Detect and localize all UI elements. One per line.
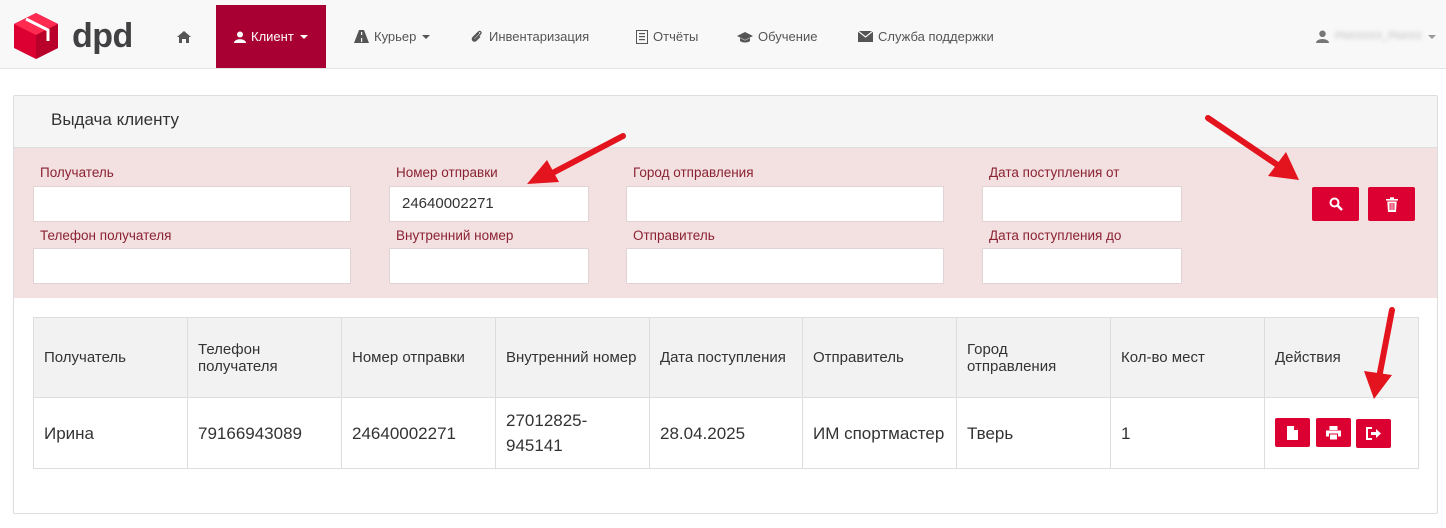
sender-input[interactable] <box>626 248 944 284</box>
recipient-phone-label: Телефон получателя <box>40 228 172 243</box>
document-list-icon <box>636 29 648 44</box>
file-icon <box>1287 425 1298 440</box>
dpd-logo[interactable]: dpd <box>12 10 142 62</box>
trash-icon <box>1385 196 1398 212</box>
cell-internal-number: 27012825-945141 <box>495 397 650 469</box>
cell-actions <box>1264 397 1419 469</box>
nav-courier-label: Курьер <box>374 29 417 44</box>
home-icon <box>177 30 191 43</box>
nav-training-label: Обучение <box>758 29 818 44</box>
user-menu[interactable]: PNXXXXX_PNXXX <box>1316 5 1436 68</box>
nav-inventory[interactable]: Инвентаризация <box>466 5 593 68</box>
graduation-cap-icon <box>737 31 753 42</box>
shipments-table: Получатель Телефон получателя Номер отпр… <box>33 317 1419 469</box>
nav-client-label: Клиент <box>251 29 294 44</box>
nav-reports[interactable]: Отчёты <box>632 5 702 68</box>
origin-city-input[interactable] <box>626 186 944 222</box>
cell-arrival-date: 28.04.2025 <box>649 397 803 469</box>
origin-city-label: Город отправления <box>633 165 754 180</box>
top-navbar: dpd Клиент Курьер Инвентаризация Отчёты … <box>0 0 1446 69</box>
paperclip-icon <box>471 30 482 42</box>
nav-home[interactable] <box>172 5 201 68</box>
date-to-input[interactable] <box>982 248 1182 284</box>
dpd-cube-icon <box>14 13 58 59</box>
column-header: Номер отправки <box>341 317 496 398</box>
date-from-label: Дата поступления от <box>989 165 1120 180</box>
recipient-input[interactable] <box>33 186 351 222</box>
print-icon <box>1325 425 1341 440</box>
column-header: Получатель <box>33 317 188 398</box>
cell-recipient-phone: 79166943089 <box>187 397 342 469</box>
nav-training[interactable]: Обучение <box>733 5 821 68</box>
road-icon <box>354 30 369 43</box>
column-header: Кол-во мест <box>1110 317 1265 398</box>
internal-number-input[interactable] <box>389 248 589 284</box>
sign-out-icon <box>1366 426 1382 440</box>
cell-sender: ИМ спортмастер <box>802 397 957 469</box>
nav-courier[interactable]: Курьер <box>350 5 434 68</box>
date-to-label: Дата поступления до <box>989 228 1122 243</box>
document-button[interactable] <box>1275 418 1310 448</box>
nav-reports-label: Отчёты <box>653 29 699 44</box>
shipment-number-label: Номер отправки <box>396 165 498 180</box>
search-button[interactable] <box>1312 187 1359 221</box>
column-header: Телефон получателя <box>187 317 342 398</box>
nav-inventory-label: Инвентаризация <box>489 29 590 44</box>
recipient-phone-input[interactable] <box>33 248 351 284</box>
table-header-row: Получатель Телефон получателя Номер отпр… <box>33 317 1419 398</box>
issue-button[interactable] <box>1356 418 1392 448</box>
column-header: Внутренний номер <box>495 317 650 398</box>
column-header: Город отправления <box>956 317 1111 398</box>
user-icon <box>1316 30 1330 43</box>
column-header: Отправитель <box>802 317 957 398</box>
cell-pieces-count: 1 <box>1110 397 1265 469</box>
chevron-down-icon <box>422 34 431 39</box>
filter-form: Получатель Телефон получателя Номер отпр… <box>14 148 1437 298</box>
cell-recipient: Ирина <box>33 397 188 469</box>
table-row: Ирина 79166943089 24640002271 27012825-9… <box>33 397 1419 469</box>
chevron-down-icon <box>299 34 308 39</box>
nav-support-label: Служба поддержки <box>878 29 994 44</box>
chevron-down-icon <box>1428 34 1436 39</box>
date-from-input[interactable] <box>982 186 1182 222</box>
user-icon <box>234 31 246 43</box>
logo-text: dpd <box>72 16 133 55</box>
envelope-icon <box>858 31 873 42</box>
clear-button[interactable] <box>1368 187 1415 221</box>
issue-to-client-panel: Выдача клиенту Получатель Телефон получа… <box>13 95 1438 514</box>
user-name: PNXXXXX_PNXXX <box>1335 31 1422 42</box>
column-header: Действия <box>1264 317 1419 398</box>
print-button[interactable] <box>1315 418 1351 448</box>
cell-origin-city: Тверь <box>956 397 1111 469</box>
search-icon <box>1329 197 1343 211</box>
panel-title: Выдача клиенту <box>14 96 1437 148</box>
recipient-label: Получатель <box>40 165 114 180</box>
cell-shipment-number: 24640002271 <box>341 397 496 469</box>
shipment-number-input[interactable]: 24640002271 <box>389 186 589 222</box>
column-header: Дата поступления <box>649 317 803 398</box>
nav-support[interactable]: Служба поддержки <box>854 5 998 68</box>
sender-label: Отправитель <box>633 228 715 243</box>
internal-number-label: Внутренний номер <box>396 228 514 243</box>
nav-client[interactable]: Клиент <box>216 5 326 68</box>
